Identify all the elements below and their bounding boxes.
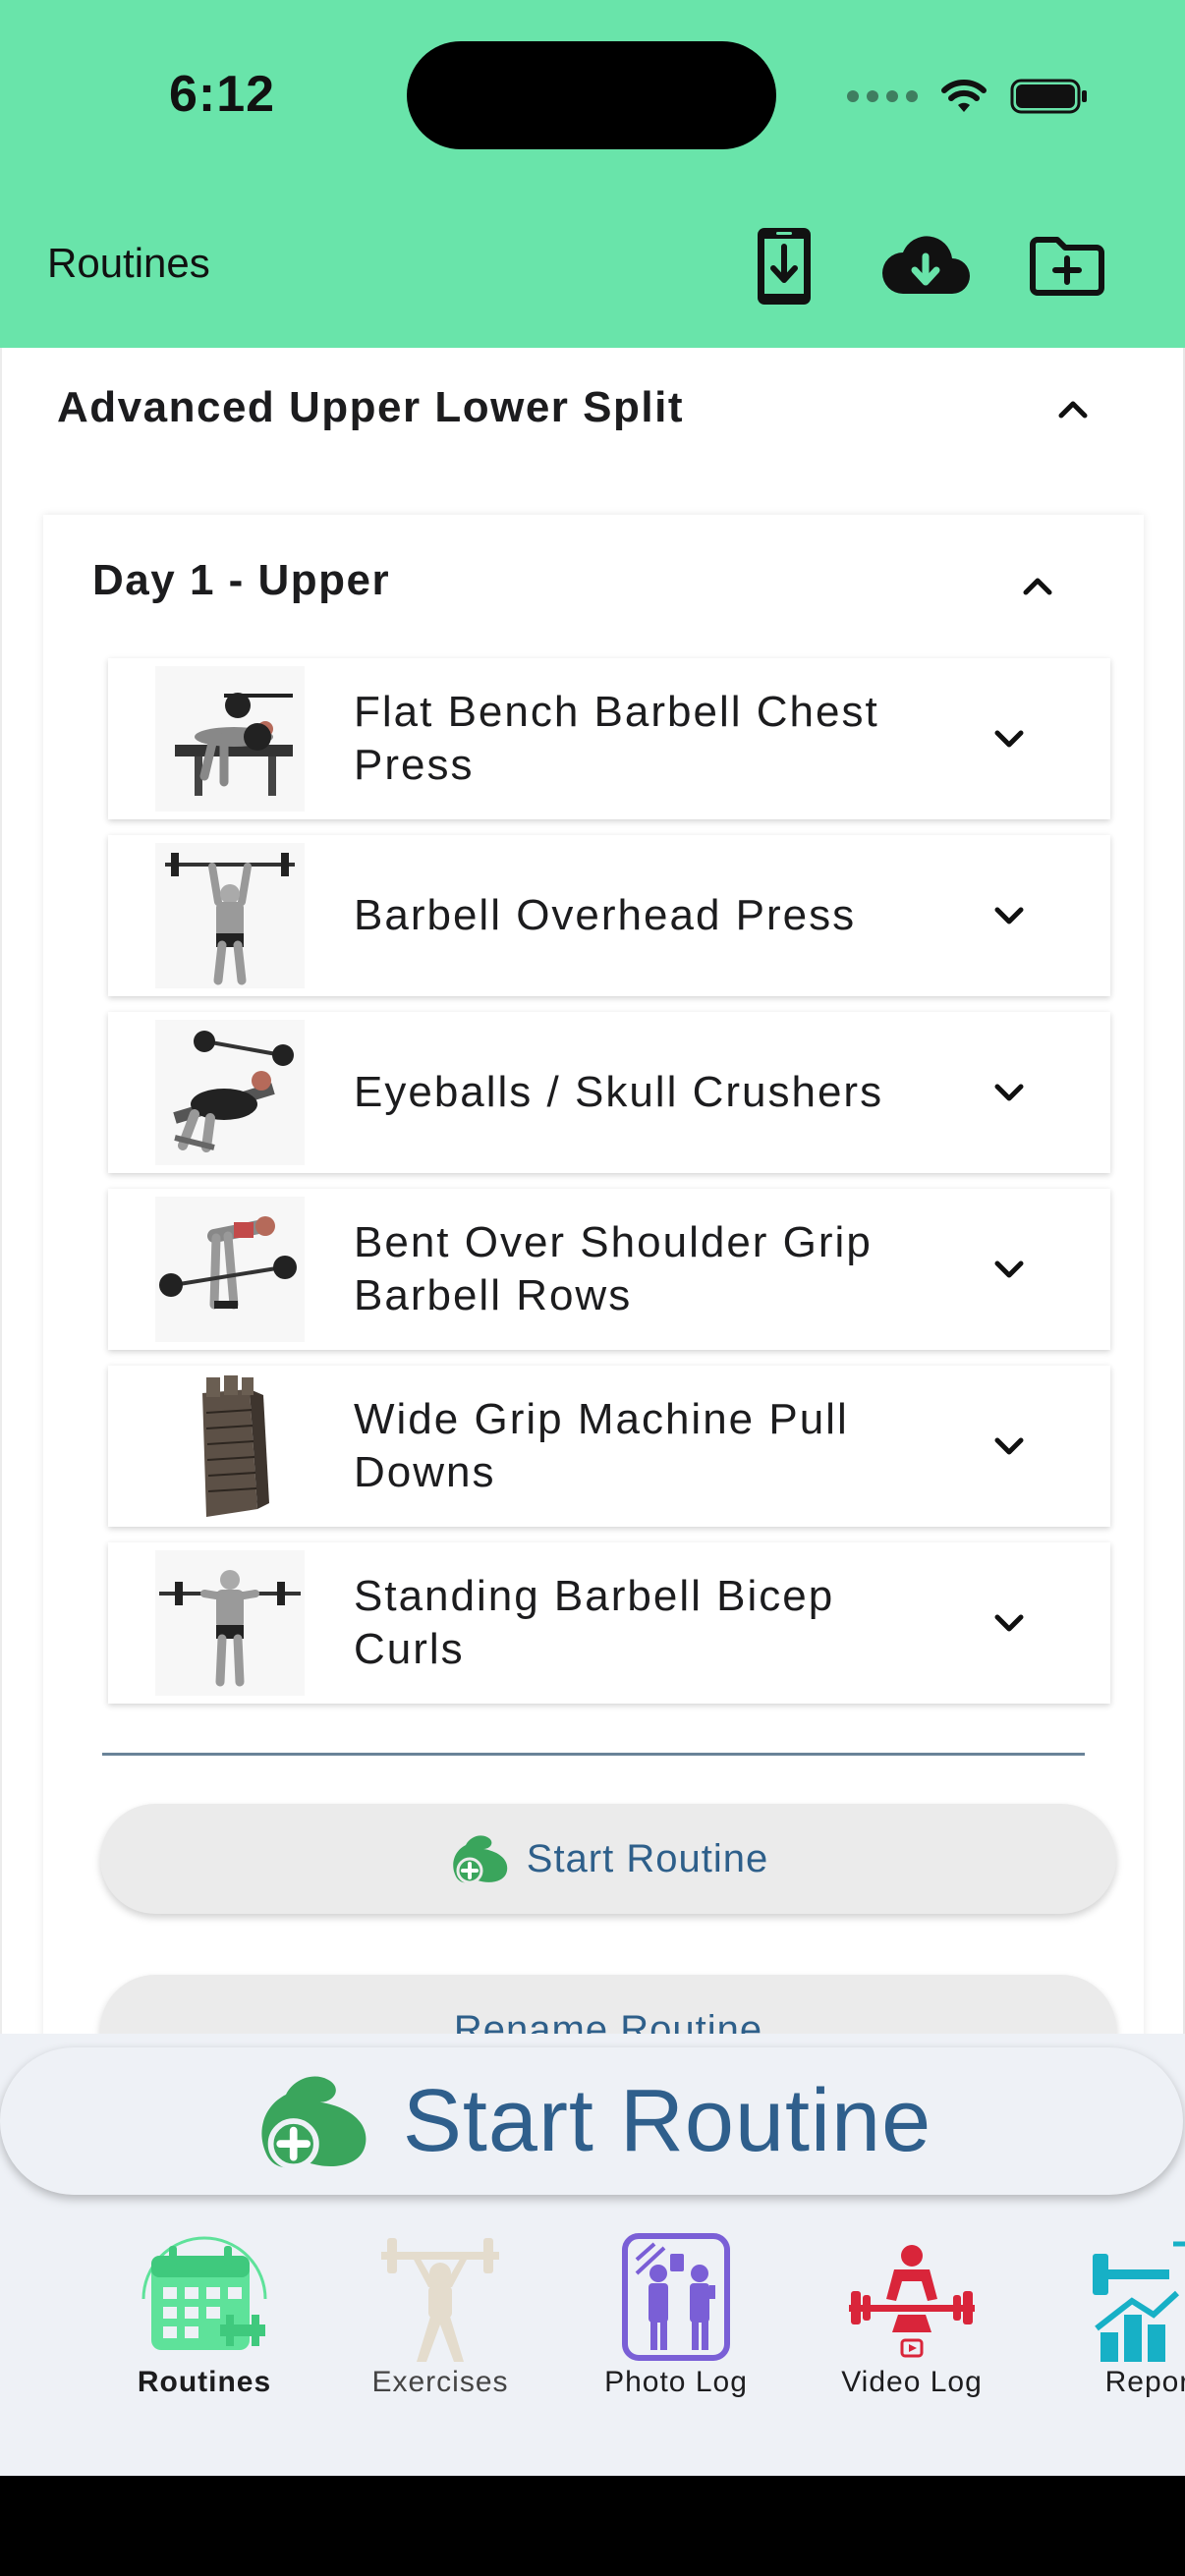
new-folder-button[interactable] (1018, 224, 1116, 308)
start-routine-label: Start Routine (526, 1836, 769, 1880)
battery-icon (1010, 79, 1087, 114)
exercise-row[interactable]: Bent Over Shoulder Grip Barbell Rows (108, 1189, 1110, 1350)
chevron-down-icon (994, 1614, 1024, 1632)
exercise-row[interactable]: Eyeballs / Skull Crushers (108, 1012, 1110, 1173)
start-routine-button[interactable]: Start Routine (100, 1804, 1116, 1914)
bottom-tab-bar: rd Routines Ex (0, 2211, 1185, 2476)
exercise-row[interactable]: Flat Bench Barbell Chest Press (108, 658, 1110, 819)
tab-reports[interactable]: Repor (1040, 2211, 1185, 2407)
expand-exercise-button[interactable] (988, 894, 1031, 937)
chevron-up-icon (1023, 578, 1052, 595)
cloud-download-icon (882, 236, 970, 294)
mirror-photo-icon (622, 2233, 730, 2361)
expand-exercise-button[interactable] (988, 1071, 1031, 1114)
exercise-row[interactable]: Wide Grip Machine Pull Downs (108, 1366, 1110, 1527)
cloud-download-button[interactable] (876, 224, 975, 308)
skull-crusher-icon (173, 1031, 294, 1152)
exercise-thumbnail (155, 666, 305, 812)
expand-exercise-button[interactable] (988, 1425, 1031, 1468)
exercise-row[interactable]: Barbell Overhead Press (108, 835, 1110, 996)
page-title: Routines (47, 240, 210, 286)
reports-chart-icon (1093, 2241, 1185, 2362)
rename-routine-button[interactable]: Rename Routine (100, 1975, 1116, 2034)
exercise-thumbnail (155, 843, 305, 988)
chevron-down-icon (994, 1084, 1024, 1101)
import-button[interactable] (735, 224, 833, 308)
rename-routine-label: Rename Routine (453, 2007, 763, 2035)
tab-label: Exercises (371, 2366, 509, 2398)
tab-label: Repor (1104, 2366, 1185, 2398)
routines-list[interactable]: Advanced Upper Lower Split Day 1 - Upper (0, 348, 1185, 2034)
chevron-up-icon (1058, 401, 1088, 419)
dynamic-island (407, 41, 776, 149)
day-card: Day 1 - Upper Flat Bench Barbell Chest P… (43, 515, 1144, 2034)
collapse-routine-button[interactable] (1053, 389, 1093, 428)
exercise-name: Standing Barbell Bicep Curls (354, 1572, 835, 1673)
day-title[interactable]: Day 1 - Upper (92, 556, 390, 605)
home-indicator-area (0, 2476, 1185, 2576)
wifi-icon (941, 80, 987, 112)
barbell-row-icon (159, 1216, 297, 1310)
muscle-plus-icon (261, 2076, 367, 2170)
chevron-down-icon (994, 1437, 1024, 1455)
exercise-thumbnail (155, 1197, 305, 1342)
tab-label: Routines (137, 2366, 272, 2398)
bench-press-icon (175, 693, 293, 796)
app-header: 6:12 Routines (0, 0, 1185, 348)
exercise-thumbnail (155, 1550, 305, 1696)
chevron-down-icon (994, 1260, 1024, 1278)
tab-label: Video Log (841, 2366, 983, 2398)
tab-exercises[interactable]: Exercises (332, 2211, 548, 2407)
exercise-name: Wide Grip Machine Pull Downs (354, 1395, 849, 1496)
floating-start-label: Start Routine (402, 2071, 932, 2170)
cable-machine-icon (202, 1375, 269, 1517)
tab-routines[interactable]: Routines (96, 2211, 312, 2407)
muscle-plus-icon (453, 1835, 507, 1884)
signal-icon (847, 90, 918, 102)
status-icons (847, 71, 1089, 122)
exercise-row[interactable]: Standing Barbell Bicep Curls (108, 1542, 1110, 1704)
deadlift-video-icon (849, 2245, 975, 2358)
exercise-thumbnail (155, 1020, 305, 1165)
routine-card: Advanced Upper Lower Split Day 1 - Upper (0, 348, 1185, 2034)
status-time: 6:12 (169, 66, 276, 123)
chevron-down-icon (994, 907, 1024, 924)
collapse-day-button[interactable] (1018, 566, 1057, 605)
exercise-name: Flat Bench Barbell Chest Press (354, 688, 879, 789)
tab-label: Photo Log (604, 2366, 748, 2398)
routine-title[interactable]: Advanced Upper Lower Split (57, 383, 684, 432)
exercise-name: Eyeballs / Skull Crushers (354, 1068, 884, 1116)
expand-exercise-button[interactable] (988, 717, 1031, 760)
expand-exercise-button[interactable] (988, 1601, 1031, 1645)
tab-label: rd (0, 2366, 37, 2399)
exercise-name: Barbell Overhead Press (354, 891, 857, 939)
exercise-thumbnail (155, 1373, 305, 1519)
expand-exercise-button[interactable] (988, 1248, 1031, 1291)
tab-dashboard[interactable]: rd (0, 2211, 37, 2407)
divider (102, 1753, 1085, 1756)
tab-video-log[interactable]: Video Log (804, 2211, 1020, 2407)
tab-photo-log[interactable]: Photo Log (568, 2211, 784, 2407)
new-folder-icon (1030, 237, 1104, 296)
exercise-name: Bent Over Shoulder Grip Barbell Rows (354, 1218, 873, 1319)
bicep-curl-icon (159, 1570, 301, 1687)
chevron-down-icon (994, 730, 1024, 748)
floating-start-routine-button[interactable]: Start Routine (0, 2047, 1183, 2195)
import-to-device-icon (758, 228, 811, 305)
weightlifter-icon (381, 2238, 499, 2362)
calendar-icon (141, 2236, 267, 2350)
overhead-press-icon (165, 853, 295, 985)
